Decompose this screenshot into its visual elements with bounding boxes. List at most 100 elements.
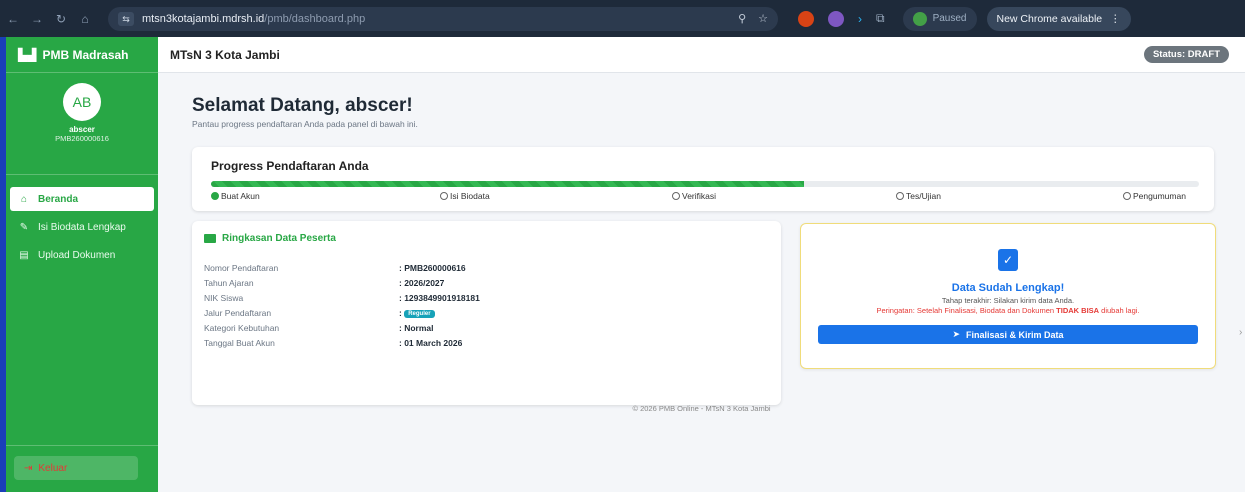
progress-title: Progress Pendaftaran Anda	[211, 159, 369, 173]
row-label: Kategori Kebutuhan	[204, 323, 280, 333]
step-label: Verifikasi	[682, 191, 717, 201]
footer: © 2026 PMB Online - MTsN 3 Kota Jambi	[632, 404, 771, 413]
completion-note: Tahap terakhir: Silakan kirim data Anda.	[941, 296, 1075, 305]
row-value: : PMB260000616	[399, 263, 466, 273]
url-path: /pmb/dashboard.php	[264, 12, 366, 25]
row-label: Tanggal Buat Akun	[204, 338, 275, 348]
finalize-submit-button[interactable]: ➤ Finalisasi & Kirim Data	[818, 325, 1198, 344]
step-tes-ujian: Tes/Ujian	[896, 191, 941, 201]
user-id: PMB260000616	[55, 134, 109, 143]
warning-emphasis: TIDAK BISA	[1056, 306, 1100, 315]
profile-paused-button[interactable]: Paused	[902, 6, 977, 31]
step-label: Tes/Ujian	[906, 191, 941, 201]
welcome-heading: Selamat Datang, abscer!	[192, 95, 413, 116]
logout-button[interactable]: ⇥ Keluar	[14, 456, 138, 480]
brand-logo-icon: ▙▟	[18, 47, 37, 62]
finalize-button-label: Finalisasi & Kirim Data	[966, 329, 1064, 340]
row-value: : Reguler	[399, 308, 435, 318]
extension-icon[interactable]	[828, 10, 844, 27]
update-chrome-button[interactable]: New Chrome available ⋮	[986, 6, 1131, 31]
id-card-icon	[204, 234, 216, 243]
summary-title-text: Ringkasan Data Peserta	[222, 233, 336, 244]
home-icon[interactable]: ⌂	[78, 12, 92, 26]
step-label: Isi Biodata	[450, 191, 490, 201]
sidebar-item-label: Beranda	[38, 193, 79, 205]
bookmark-star-icon[interactable]: ☆	[758, 12, 768, 25]
browser-toolbar: ← → ↻ ⌂ ⇆ mtsn3kotajambi.mdrsh.id/pmb/da…	[0, 0, 1245, 37]
url-host: mtsn3kotajambi.mdrsh.id	[142, 12, 265, 25]
user-name: abscer	[69, 125, 95, 134]
completion-card: ✓ Data Sudah Lengkap! Tahap terakhir: Si…	[800, 223, 1216, 369]
progress-card: Progress Pendaftaran Anda Buat Akun Isi …	[192, 147, 1214, 211]
row-label: Jalur Pendaftaran	[204, 308, 272, 318]
extension-icon[interactable]: ›	[858, 12, 862, 26]
summary-card: Ringkasan Data Peserta Nomor Pendaftaran…	[192, 221, 781, 405]
warning-text: Peringatan: Setelah Finalisasi, Biodata …	[876, 306, 1057, 315]
jalur-badge: Reguler	[404, 309, 435, 318]
sidebar-menu: ⌂ Beranda ✎ Isi Biodata Lengkap ▤ Upload…	[6, 175, 158, 267]
warning-text-end: diubah lagi.	[1099, 306, 1140, 315]
puzzle-icon[interactable]: ⧉	[876, 11, 885, 26]
check-circle-icon	[211, 192, 219, 200]
step-buat-akun: Buat Akun	[211, 191, 260, 201]
extensions: › ⧉	[798, 10, 885, 27]
step-verifikasi: Verifikasi	[672, 191, 716, 201]
completion-warning: Peringatan: Setelah Finalisasi, Biodata …	[801, 306, 1215, 315]
top-bar: MTsN 3 Kota Jambi Status: DRAFT	[158, 37, 1245, 73]
progress-bar-fill	[211, 181, 804, 187]
summary-row: NIK Siswa : 1293849901918181	[192, 293, 781, 308]
summary-title: Ringkasan Data Peserta	[204, 233, 336, 244]
circle-icon	[440, 192, 448, 200]
profile-avatar-icon	[912, 11, 927, 26]
page-title: MTsN 3 Kota Jambi	[170, 47, 280, 62]
welcome-subtitle: Pantau progress pendaftaran Anda pada pa…	[192, 119, 418, 129]
summary-row: Tahun Ajaran : 2026/2027	[192, 278, 781, 293]
clipboard-check-icon: ✓	[998, 249, 1018, 271]
progress-bar	[211, 181, 1199, 187]
reload-icon[interactable]: ↻	[54, 12, 68, 26]
home-icon: ⌂	[20, 193, 28, 205]
summary-row: Nomor Pendaftaran : PMB260000616	[192, 263, 781, 278]
completion-title: Data Sudah Lengkap!	[951, 282, 1065, 294]
address-bar[interactable]: ⇆ mtsn3kotajambi.mdrsh.id/pmb/dashboard.…	[108, 6, 778, 31]
paused-label: Paused	[932, 13, 967, 24]
summary-row: Kategori Kebutuhan : Normal	[192, 323, 781, 338]
row-value: : 01 March 2026	[399, 338, 463, 348]
sidebar-item-label: Isi Biodata Lengkap	[38, 221, 126, 233]
app-window: ▙▟ PMB Madrasah AB abscer PMB260000616 ⌂…	[6, 37, 1245, 492]
sidebar-divider	[6, 445, 158, 446]
back-icon[interactable]: ←	[6, 12, 20, 26]
summary-row: Jalur Pendaftaran : Reguler	[192, 308, 781, 323]
send-icon: ➤	[952, 329, 960, 339]
scroll-handle-icon[interactable]: ›	[1239, 327, 1245, 347]
row-label: Tahun Ajaran	[204, 278, 254, 288]
user-panel: AB abscer PMB260000616	[6, 73, 158, 175]
circle-icon	[672, 192, 680, 200]
circle-icon	[1123, 192, 1131, 200]
row-value: : Normal	[399, 323, 434, 333]
forward-icon[interactable]: →	[30, 12, 44, 26]
avatar: AB	[63, 83, 101, 121]
row-label: NIK Siswa	[204, 293, 244, 303]
step-label: Buat Akun	[221, 191, 260, 201]
extension-icon[interactable]	[798, 10, 814, 27]
circle-icon	[896, 192, 904, 200]
progress-steps: Buat Akun Isi Biodata Verifikasi Tes/Uji…	[211, 191, 1201, 203]
brand[interactable]: ▙▟ PMB Madrasah	[6, 37, 158, 73]
main-content: Selamat Datang, abscer! Pantau progress …	[158, 73, 1245, 492]
site-info-icon[interactable]: ⇆	[118, 11, 134, 26]
summary-row: Tanggal Buat Akun : 01 March 2026	[192, 338, 781, 353]
sidebar: ▙▟ PMB Madrasah AB abscer PMB260000616 ⌂…	[6, 37, 158, 492]
sidebar-item-beranda[interactable]: ⌂ Beranda	[10, 187, 154, 211]
sidebar-item-biodata[interactable]: ✎ Isi Biodata Lengkap	[10, 215, 154, 239]
summary-rows: Nomor Pendaftaran : PMB260000616 Tahun A…	[192, 263, 781, 353]
sidebar-item-upload[interactable]: ▤ Upload Dokumen	[10, 243, 154, 267]
update-label: New Chrome available	[996, 12, 1103, 25]
zoom-icon[interactable]: ⚲	[738, 12, 746, 25]
row-value: : 1293849901918181	[399, 293, 480, 303]
row-label: Nomor Pendaftaran	[204, 263, 279, 273]
user-edit-icon: ✎	[19, 221, 29, 233]
file-icon: ▤	[19, 249, 29, 261]
kebab-menu-icon[interactable]: ⋮	[1110, 13, 1121, 25]
logout-label: Keluar	[38, 462, 68, 474]
